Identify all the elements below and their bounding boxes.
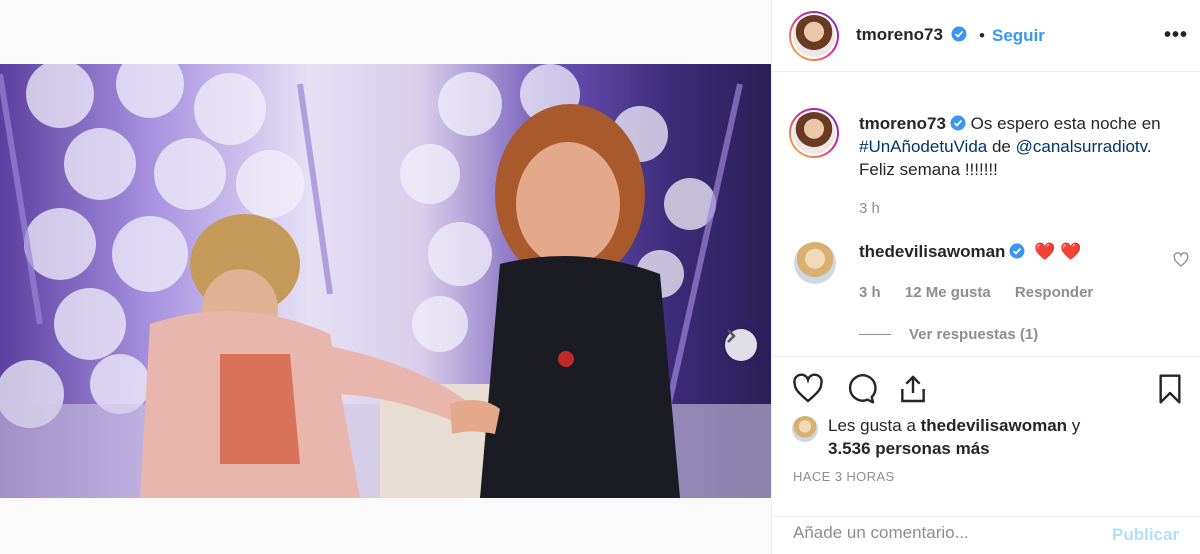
post-side-panel: tmoreno73 • Seguir ••• tmoreno73 Os espe… xyxy=(771,0,1200,554)
like-comment-heart-icon[interactable] xyxy=(1173,252,1189,268)
heart-icon[interactable] xyxy=(792,373,824,405)
verified-badge-icon xyxy=(1009,243,1025,259)
caption-author-avatar[interactable] xyxy=(789,108,839,158)
add-comment-section: Publicar xyxy=(772,516,1200,554)
chevron-right-icon xyxy=(727,329,736,343)
reply-button[interactable]: Responder xyxy=(1015,284,1093,301)
comment-time[interactable]: 3 h xyxy=(859,284,881,301)
comment-text: ❤️ ❤️ xyxy=(1034,242,1082,261)
caption-mention[interactable]: @canalsurradiotv xyxy=(1016,137,1147,156)
next-photo-button[interactable] xyxy=(725,329,757,361)
caption-time[interactable]: 3 h xyxy=(859,200,880,217)
view-replies[interactable]: Ver respuestas (1) xyxy=(859,326,1038,343)
liker-avatar[interactable] xyxy=(792,416,818,442)
comment-meta: 3 h 12 Me gusta Responder xyxy=(859,284,1113,301)
caption-text: Os espero esta noche en xyxy=(965,114,1161,133)
more-options-icon[interactable]: ••• xyxy=(1164,25,1188,45)
commenter-username[interactable]: thedevilisawoman xyxy=(859,242,1005,261)
share-icon[interactable] xyxy=(897,373,929,405)
caption-author[interactable]: tmoreno73 xyxy=(859,114,946,133)
caption-hashtag[interactable]: #UnAñodetuVida xyxy=(859,137,987,156)
follow-button[interactable]: Seguir xyxy=(992,26,1045,46)
comment: thedevilisawoman ❤️ ❤️ xyxy=(859,242,1081,262)
caption-text: de xyxy=(987,137,1016,156)
post-header: tmoreno73 • Seguir ••• xyxy=(772,0,1200,72)
comment-likes[interactable]: 12 Me gusta xyxy=(905,284,991,301)
bookmark-icon[interactable] xyxy=(1156,373,1184,405)
verified-badge-icon xyxy=(950,115,966,131)
verified-badge-icon xyxy=(951,26,967,42)
action-bar xyxy=(772,356,1200,418)
media-pane xyxy=(0,0,771,554)
view-replies-label[interactable]: Ver respuestas (1) xyxy=(909,326,1038,343)
author-avatar[interactable] xyxy=(789,11,839,61)
commenter-avatar[interactable] xyxy=(794,242,836,284)
caption: tmoreno73 Os espero esta noche en #UnAño… xyxy=(859,112,1189,181)
posted-time[interactable]: HACE 3 HORAS xyxy=(793,469,895,484)
photo-illustration xyxy=(0,64,771,498)
post-photo[interactable] xyxy=(0,64,771,498)
liker-username[interactable]: thedevilisawoman xyxy=(921,416,1067,435)
likes-prefix: Les gusta a xyxy=(828,416,921,435)
replies-divider xyxy=(859,334,891,335)
publish-button[interactable]: Publicar xyxy=(1112,525,1179,545)
author-username[interactable]: tmoreno73 xyxy=(856,25,943,44)
likes-summary: Les gusta a thedevilisawoman y 3.536 per… xyxy=(792,414,1080,460)
comment-input[interactable] xyxy=(793,523,1093,543)
likes-conjunction: y xyxy=(1067,416,1081,435)
separator-bullet: • xyxy=(979,26,985,45)
likes-count[interactable]: 3.536 personas más xyxy=(828,439,990,458)
comment-icon[interactable] xyxy=(845,373,877,405)
